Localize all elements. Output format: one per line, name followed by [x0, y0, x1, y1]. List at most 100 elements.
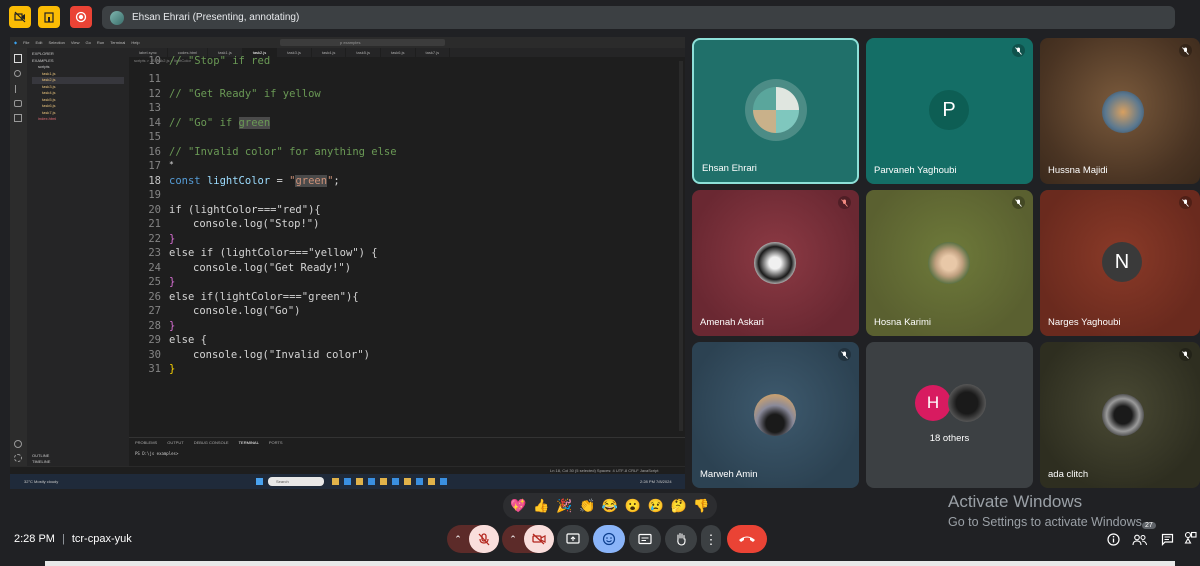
source-control-icon	[15, 85, 21, 93]
mic-off-icon	[838, 196, 851, 209]
participant-tile[interactable]: Hosna Karimi	[866, 190, 1033, 336]
menu-help: Help	[131, 40, 140, 45]
reaction-sad[interactable]: 😢	[646, 498, 666, 514]
participant-tile[interactable]: Amenah Askari	[692, 190, 859, 336]
captions-button[interactable]	[629, 525, 661, 553]
panel-tab-active: TERMINAL	[238, 440, 259, 445]
terminal-prompt: PS D:\js examples>	[135, 451, 179, 456]
camera-off-icon	[532, 533, 546, 545]
recording-button[interactable]	[70, 6, 92, 28]
more-options-button[interactable]: ⋮	[701, 525, 721, 553]
menu-go: Go	[85, 40, 91, 45]
camera-control-group: ⌃	[502, 525, 554, 553]
windows-taskbar: 32°C Mostly cloudy Search 2:28 PM 7/8/20…	[10, 474, 685, 489]
present-icon	[566, 533, 580, 544]
taskbar-search: Search	[268, 477, 324, 486]
chat-button[interactable]	[1159, 531, 1175, 547]
run-debug-icon	[14, 100, 22, 107]
menu-file: File	[23, 40, 30, 45]
emoji-icon	[602, 532, 616, 546]
raise-hand-button[interactable]	[665, 525, 697, 553]
audio-settings-chevron-icon[interactable]: ⌃	[447, 534, 469, 545]
people-count-badge: 27	[1142, 522, 1156, 529]
participant-name: Parvaneh Yaghoubi	[874, 165, 957, 176]
editor-scrollbar	[679, 61, 683, 431]
shared-screen: ◆ File Edit Selection View Go Run Termin…	[10, 37, 685, 489]
explorer-item: index.html	[38, 116, 57, 121]
building-icon	[44, 12, 54, 23]
reaction-thumbs-up[interactable]: 👍	[531, 498, 551, 514]
reaction-heart[interactable]: 💖	[508, 498, 528, 514]
participant-name: Hosna Karimi	[874, 317, 932, 328]
participant-tile[interactable]: ada clitch	[1040, 342, 1200, 488]
account-icon	[14, 440, 22, 448]
menu-view: View	[70, 40, 80, 45]
camera-button[interactable]	[524, 525, 554, 553]
people-icon	[1132, 534, 1147, 546]
participant-avatar	[928, 242, 970, 284]
clock: 2:28 PM	[14, 533, 55, 545]
record-icon	[75, 11, 87, 23]
reaction-laugh[interactable]: 😂	[600, 498, 620, 514]
meeting-details-button[interactable]	[1105, 531, 1121, 547]
reactions-bar: 💖 👍 🎉 👏 😂 😮 😢 🤔 👎	[503, 493, 717, 519]
reaction-surprised[interactable]: 😮	[623, 498, 643, 514]
reaction-thinking[interactable]: 🤔	[669, 498, 689, 514]
vscode-search: p examples	[280, 39, 445, 46]
participant-avatar	[754, 242, 796, 284]
camera-off-indicator-button[interactable]	[9, 6, 31, 28]
meeting-code: tcr-cpax-yuk	[71, 533, 132, 545]
participant-tile[interactable]: Marweh Amin	[692, 342, 859, 488]
participant-avatar	[754, 394, 796, 436]
activate-windows-title: Activate Windows	[948, 492, 1083, 511]
mic-control-group: ⌃	[447, 525, 499, 553]
info-icon	[1106, 532, 1120, 546]
editor-tab: task5.js	[346, 48, 381, 57]
menu-terminal: Terminal	[110, 40, 126, 45]
shapes-icon	[1184, 531, 1197, 544]
presenter-logo-avatar	[745, 79, 807, 141]
editor-tab: task4.js	[312, 48, 347, 57]
mic-button[interactable]	[469, 525, 499, 553]
meeting-info: 2:28 PM | tcr-cpax-yuk	[14, 533, 132, 545]
files-icon	[14, 54, 22, 63]
host-controls-button[interactable]	[38, 6, 60, 28]
participant-tile[interactable]: H 18 others	[866, 342, 1033, 488]
menu-run: Run	[96, 40, 105, 45]
participant-avatar	[1102, 91, 1144, 133]
reactions-button[interactable]	[593, 525, 625, 553]
participant-name: Marweh Amin	[700, 469, 758, 480]
panel-tab: OUTPUT	[167, 440, 184, 445]
chat-icon	[1161, 533, 1173, 546]
video-settings-chevron-icon[interactable]: ⌃	[502, 534, 524, 545]
settings-gear-icon	[14, 454, 22, 462]
vscode-statusbar: Ln 18, Col 30 (5 selected) Spaces: 4 UTF…	[10, 466, 685, 474]
people-button[interactable]: 27	[1131, 522, 1156, 548]
mic-off-icon	[1012, 196, 1025, 209]
others-photo-avatar	[948, 384, 986, 422]
panel-tab: PROBLEMS	[135, 440, 158, 445]
participant-tile[interactable]: N Narges Yaghoubi	[1040, 190, 1200, 336]
present-screen-button[interactable]	[557, 525, 589, 553]
more-vert-icon: ⋮	[704, 531, 718, 547]
participant-tile[interactable]: P Parvaneh Yaghoubi	[866, 38, 1033, 184]
participant-name: Narges Yaghoubi	[1048, 317, 1121, 328]
editor-tab: task7.js	[416, 48, 451, 57]
reaction-thumbs-down[interactable]: 👎	[691, 498, 711, 514]
leave-call-button[interactable]	[727, 525, 767, 553]
reaction-clap[interactable]: 👏	[577, 498, 597, 514]
presenting-bar[interactable]: Ehsan Ehrari (Presenting, annotating)	[102, 6, 1175, 29]
vscode-activity-bar	[10, 48, 27, 466]
start-icon	[256, 478, 263, 485]
others-avatar: H	[915, 385, 951, 421]
statusbar-text: Ln 18, Col 30 (5 selected) Spaces: 4 UTF…	[550, 468, 659, 473]
participant-tile[interactable]: Ehsan Ehrari	[692, 38, 859, 184]
vscode-panel: PROBLEMS OUTPUT DEBUG CONSOLE TERMINAL P…	[129, 437, 685, 466]
participant-avatar: P	[929, 90, 969, 130]
weather-widget: 32°C Mostly cloudy	[24, 479, 59, 484]
vscode-explorer: EXPLORER EXAMPLES scripts task1.js task2…	[27, 48, 129, 466]
participant-name: Ehsan Ehrari	[702, 163, 757, 174]
reaction-party[interactable]: 🎉	[554, 498, 574, 514]
participant-tile[interactable]: Hussna Majidi	[1040, 38, 1200, 184]
activities-button[interactable]	[1184, 531, 1198, 547]
